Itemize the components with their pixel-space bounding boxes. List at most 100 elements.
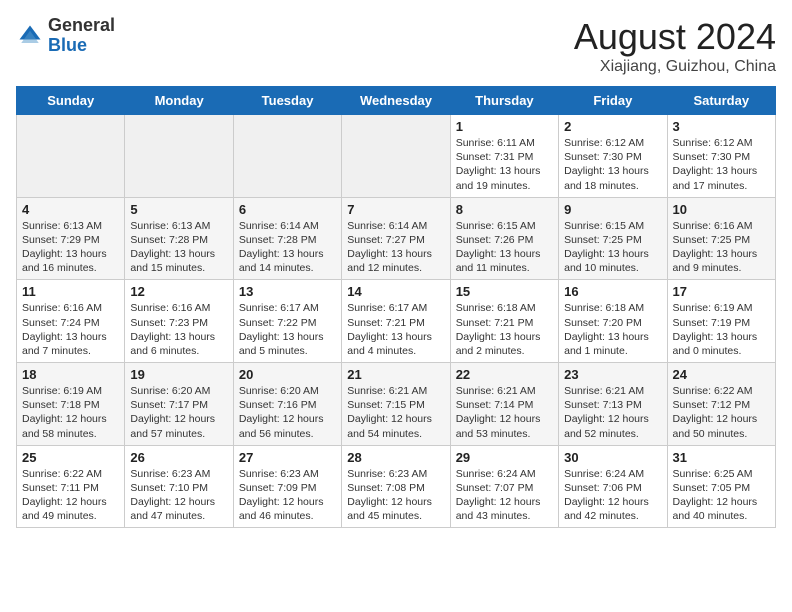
calendar-table: SundayMondayTuesdayWednesdayThursdayFrid… [16,86,776,528]
day-info: Sunrise: 6:17 AM [347,301,444,315]
day-info: Sunset: 7:26 PM [456,233,553,247]
calendar-cell: 9Sunrise: 6:15 AMSunset: 7:25 PMDaylight… [559,197,667,280]
calendar-cell [125,115,233,198]
calendar-cell: 11Sunrise: 6:16 AMSunset: 7:24 PMDayligh… [17,280,125,363]
header-row: SundayMondayTuesdayWednesdayThursdayFrid… [17,87,776,115]
day-number: 19 [130,367,227,382]
day-info: Sunset: 7:20 PM [564,316,661,330]
day-info: Sunrise: 6:22 AM [22,467,119,481]
logo-icon [16,22,44,50]
calendar-cell [342,115,450,198]
day-info: and 17 minutes. [673,179,770,193]
calendar-cell: 14Sunrise: 6:17 AMSunset: 7:21 PMDayligh… [342,280,450,363]
day-info: and 47 minutes. [130,509,227,523]
day-number: 12 [130,284,227,299]
calendar-cell: 24Sunrise: 6:22 AMSunset: 7:12 PMDayligh… [667,363,775,446]
day-info: Daylight: 12 hours [239,495,336,509]
day-info: Sunrise: 6:19 AM [22,384,119,398]
day-info: Sunrise: 6:23 AM [347,467,444,481]
title-block: August 2024 Xiajiang, Guizhou, China [574,16,776,76]
day-info: and 9 minutes. [673,261,770,275]
day-info: Sunrise: 6:16 AM [130,301,227,315]
calendar-cell: 28Sunrise: 6:23 AMSunset: 7:08 PMDayligh… [342,445,450,528]
day-info: Daylight: 12 hours [456,412,553,426]
day-info: and 45 minutes. [347,509,444,523]
day-info: Daylight: 13 hours [347,247,444,261]
subtitle: Xiajiang, Guizhou, China [574,58,776,76]
week-row-1: 1Sunrise: 6:11 AMSunset: 7:31 PMDaylight… [17,115,776,198]
day-number: 26 [130,450,227,465]
calendar-cell: 25 Sunrise: 6:22 AMSunset: 7:11 PMDayligh… [17,445,125,528]
day-info: Daylight: 12 hours [564,495,661,509]
day-number: 23 [564,367,661,382]
day-info: Sunset: 7:16 PM [239,398,336,412]
calendar-cell: 17Sunrise: 6:19 AMSunset: 7:19 PMDayligh… [667,280,775,363]
calendar-cell: 15Sunrise: 6:18 AMSunset: 7:21 PMDayligh… [450,280,558,363]
calendar-cell: 18Sunrise: 6:19 AMSunset: 7:18 PMDayligh… [17,363,125,446]
day-number: 16 [564,284,661,299]
day-info: Daylight: 13 hours [456,330,553,344]
day-info: Daylight: 13 hours [564,247,661,261]
day-info: Sunrise: 6:11 AM [456,136,553,150]
day-number: 25 [22,450,119,465]
calendar-cell: 23Sunrise: 6:21 AMSunset: 7:13 PMDayligh… [559,363,667,446]
day-info: and 7 minutes. [22,344,119,358]
calendar-cell [17,115,125,198]
day-info: Daylight: 12 hours [347,495,444,509]
logo-general-text: General [48,15,115,35]
day-info: and 11 minutes. [456,261,553,275]
day-info: Sunrise: 6:25 AM [673,467,770,481]
day-info: Sunrise: 6:18 AM [456,301,553,315]
day-info: and 10 minutes. [564,261,661,275]
day-info: Sunset: 7:15 PM [347,398,444,412]
day-info: Sunset: 7:28 PM [130,233,227,247]
logo-text: General Blue [48,16,115,56]
day-info: Sunrise: 6:14 AM [239,219,336,233]
day-info: and 1 minute. [564,344,661,358]
column-header-monday: Monday [125,87,233,115]
day-info: and 49 minutes. [22,509,119,523]
main-title: August 2024 [574,16,776,58]
calendar-cell: 27Sunrise: 6:23 AMSunset: 7:09 PMDayligh… [233,445,341,528]
day-info: Sunrise: 6:23 AM [239,467,336,481]
day-info: Sunset: 7:17 PM [130,398,227,412]
day-info: Daylight: 13 hours [130,330,227,344]
day-number: 2 [564,119,661,134]
day-info: Sunrise: 6:15 AM [564,219,661,233]
day-number: 20 [239,367,336,382]
day-info: Daylight: 12 hours [347,412,444,426]
day-info: and 15 minutes. [130,261,227,275]
day-info: and 57 minutes. [130,427,227,441]
day-info: and 4 minutes. [347,344,444,358]
calendar-cell: 7Sunrise: 6:14 AMSunset: 7:27 PMDaylight… [342,197,450,280]
day-info: Sunset: 7:06 PM [564,481,661,495]
day-info: and 2 minutes. [456,344,553,358]
day-info: Sunset: 7:25 PM [564,233,661,247]
day-info: Sunrise: 6:16 AM [673,219,770,233]
day-info: Sunset: 7:12 PM [673,398,770,412]
day-info: and 6 minutes. [130,344,227,358]
day-number: 31 [673,450,770,465]
calendar-cell: 26Sunrise: 6:23 AMSunset: 7:10 PMDayligh… [125,445,233,528]
calendar-cell [233,115,341,198]
calendar-cell: 3Sunrise: 6:12 AMSunset: 7:30 PMDaylight… [667,115,775,198]
day-info: Sunrise: 6:20 AM [239,384,336,398]
day-info: and 40 minutes. [673,509,770,523]
day-info: Sunrise: 6:21 AM [564,384,661,398]
day-info: and 42 minutes. [564,509,661,523]
day-info: Sunset: 7:29 PM [22,233,119,247]
day-info: Daylight: 13 hours [347,330,444,344]
day-info: and 56 minutes. [239,427,336,441]
day-info: Daylight: 13 hours [564,164,661,178]
column-header-friday: Friday [559,87,667,115]
day-number: 22 [456,367,553,382]
day-info: and 54 minutes. [347,427,444,441]
day-info: Sunrise: 6:19 AM [673,301,770,315]
day-info: Daylight: 13 hours [22,247,119,261]
day-info: Daylight: 12 hours [22,495,119,509]
day-info: and 58 minutes. [22,427,119,441]
calendar-cell: 22Sunrise: 6:21 AMSunset: 7:14 PMDayligh… [450,363,558,446]
calendar-body: 1Sunrise: 6:11 AMSunset: 7:31 PMDaylight… [17,115,776,528]
day-info: Sunset: 7:11 PM [22,481,119,495]
day-info: Sunrise: 6:18 AM [564,301,661,315]
